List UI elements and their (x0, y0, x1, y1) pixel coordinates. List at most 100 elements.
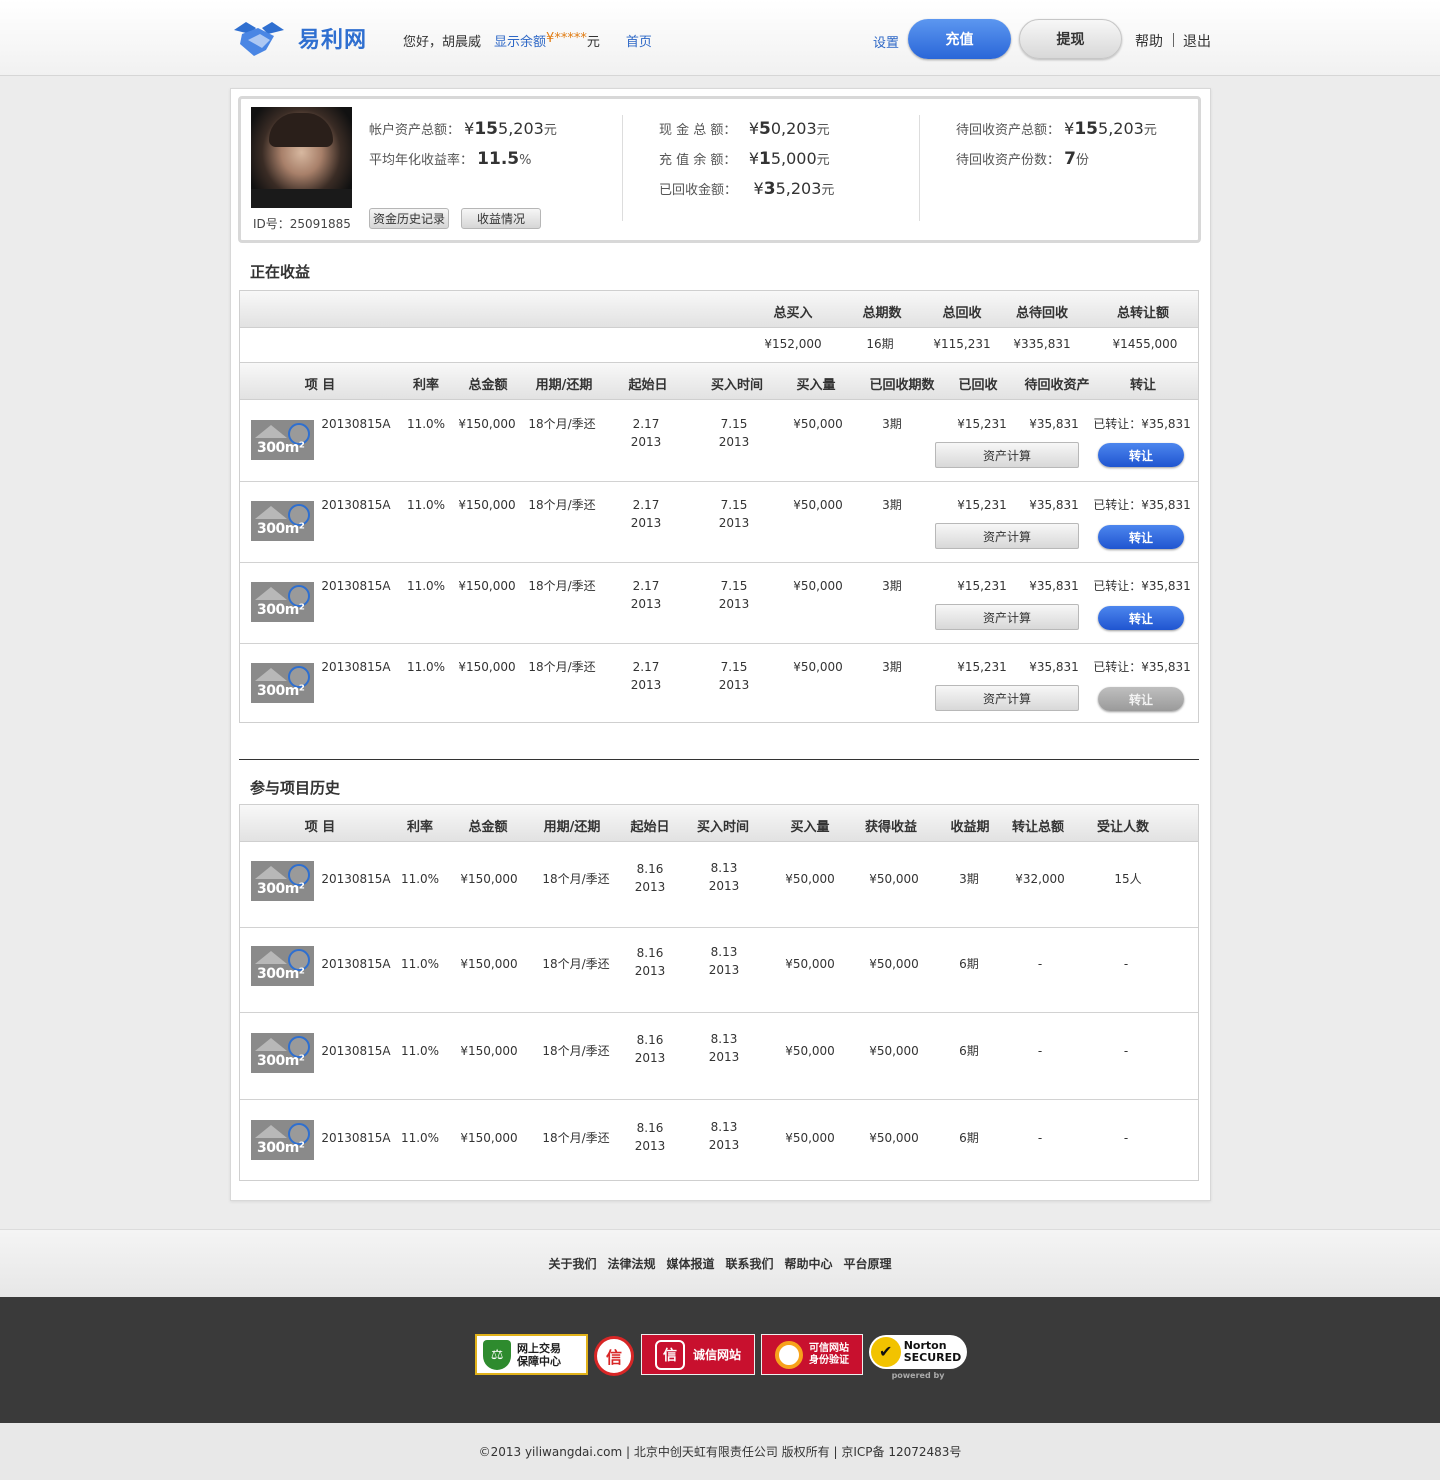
start-date: 8.16 (636, 1033, 664, 1047)
project-code[interactable]: 20130815A (316, 415, 396, 433)
buy-year: 2013 (718, 597, 750, 611)
transferred-amount: 已转让：¥35,831 (1093, 417, 1191, 431)
project-code[interactable]: 20130815A (316, 870, 396, 888)
trust-seal-badge[interactable]: 信 (594, 1336, 634, 1376)
project-code[interactable]: 20130815A (316, 577, 396, 595)
transfer-total: - (1037, 957, 1043, 971)
pending-assets: ¥35,831 (1029, 417, 1079, 431)
buy-year: 2013 (708, 879, 740, 893)
property-thumbnail[interactable]: 300m² (251, 861, 314, 901)
total-amount: ¥150,000 (460, 1044, 518, 1058)
column-header: 总金额 (468, 820, 508, 835)
property-thumbnail[interactable]: 300m² (251, 501, 314, 541)
transfer-total: - (1037, 1044, 1043, 1058)
transfer-button[interactable]: 转让 (1098, 443, 1184, 467)
income-status-button[interactable]: 收益情况 (461, 208, 541, 229)
asset-calc-button[interactable]: 资产计算 (935, 604, 1079, 630)
recharge-button[interactable]: 充值 (908, 19, 1011, 59)
stat-avg-yield: 平均年化收益率： 11.5% (369, 149, 532, 169)
asset-calc-button[interactable]: 资产计算 (935, 442, 1079, 468)
totals-header-cell: 总回收 (942, 306, 982, 321)
footer-link-media[interactable]: 媒体报道 (666, 1255, 714, 1272)
greeting-text: 您好，胡晨威 (403, 35, 482, 50)
footer-link-contact[interactable]: 联系我们 (726, 1255, 774, 1272)
buy-amount: ¥50,000 (793, 498, 843, 512)
rate: 11.0% (400, 1131, 440, 1145)
column-header: 利率 (412, 378, 439, 393)
buy-amount: ¥50,000 (793, 417, 843, 431)
project-code[interactable]: 20130815A (316, 1129, 396, 1147)
history-section-title: 参与项目历史 (250, 779, 341, 797)
transferred-amount: 已转让：¥35,831 (1093, 660, 1191, 674)
footer-link-about[interactable]: 关于我们 (548, 1255, 596, 1272)
column-header: 已回收期数 (869, 378, 935, 393)
rate: 11.0% (400, 1044, 440, 1058)
total-amount: ¥150,000 (458, 417, 516, 431)
buy-date: 7.15 (720, 579, 748, 593)
history-column-headers: 项 目 利率 总金额 用期/还期 起始日 买入时间 买入量 获得收益 收益期 转… (240, 805, 1198, 842)
project-code[interactable]: 20130815A (316, 496, 396, 514)
start-year: 2013 (634, 1051, 666, 1065)
assignee-count: - (1123, 1044, 1129, 1058)
column-header: 受让人数 (1096, 820, 1149, 835)
home-link[interactable]: 首页 (626, 31, 652, 50)
term: 18个月/季还 (542, 872, 610, 886)
help-link[interactable]: 帮助 (1135, 31, 1163, 51)
buy-amount: ¥50,000 (785, 957, 835, 971)
start-date: 2.17 (632, 498, 660, 512)
total-amount: ¥150,000 (460, 872, 518, 886)
asset-calc-button[interactable]: 资产计算 (935, 523, 1079, 549)
stat-total-assets: 帐户资产总额： ¥155,203元 (369, 119, 557, 139)
column-header: 用期/还期 (535, 378, 593, 393)
start-year: 2013 (630, 516, 662, 530)
property-thumbnail[interactable]: 300m² (251, 1033, 314, 1073)
transfer-button-disabled: 转让 (1098, 687, 1184, 711)
footer-link-help[interactable]: 帮助中心 (785, 1255, 833, 1272)
totals-header-cell: 总转让额 (1116, 306, 1169, 321)
buy-year: 2013 (718, 516, 750, 530)
logo-text: 易利网 (298, 28, 368, 53)
recovered-periods: 3期 (882, 579, 902, 593)
pending-assets: ¥35,831 (1029, 498, 1079, 512)
project-code[interactable]: 20130815A (316, 658, 396, 676)
project-code[interactable]: 20130815A (316, 955, 396, 973)
property-thumbnail[interactable]: 300m² (251, 420, 314, 460)
totals-header-cell: 总期数 (862, 306, 902, 321)
credit-site-badge[interactable]: 信 诚信网站 (641, 1334, 755, 1375)
start-year: 2013 (630, 597, 662, 611)
withdraw-button[interactable]: 提现 (1019, 19, 1122, 59)
buy-date: 8.13 (710, 945, 738, 959)
property-thumbnail[interactable]: 300m² (251, 946, 314, 986)
start-date: 2.17 (632, 579, 660, 593)
column-header: 利率 (406, 820, 433, 835)
transfer-button[interactable]: 转让 (1098, 606, 1184, 630)
term: 18个月/季还 (528, 417, 596, 431)
term: 18个月/季还 (528, 498, 596, 512)
account-summary: ID号：25091885 资金历史记录 收益情况 帐户资产总额： ¥155,20… (238, 96, 1201, 243)
norton-secured-badge[interactable]: ✔ Norton SECURED powered by (868, 1330, 968, 1384)
project-code[interactable]: 20130815A (316, 1042, 396, 1060)
section-divider (239, 759, 1199, 760)
column-header: 转让总额 (1011, 820, 1064, 835)
footer-link-law[interactable]: 法律法规 (607, 1255, 655, 1272)
settings-link[interactable]: 设置 (873, 32, 899, 51)
total-amount: ¥150,000 (458, 579, 516, 593)
site-logo[interactable]: 易利网 (230, 16, 367, 60)
property-thumbnail[interactable]: 300m² (251, 663, 314, 703)
earning-section-title: 正在收益 (250, 263, 311, 281)
transfer-total: ¥32,000 (1015, 872, 1065, 886)
transferred-amount: 已转让：¥35,831 (1093, 579, 1191, 593)
fund-history-button[interactable]: 资金历史记录 (369, 208, 449, 229)
term: 18个月/季还 (542, 957, 610, 971)
summary-divider (919, 115, 920, 221)
property-thumbnail[interactable]: 300m² (251, 582, 314, 622)
verified-site-badge[interactable]: 可信网站 身份验证 (761, 1334, 863, 1375)
property-thumbnail[interactable]: 300m² (251, 1120, 314, 1160)
trade-guarantee-badge[interactable]: ⚖ 网上交易 保障中心 (475, 1334, 588, 1375)
asset-calc-button[interactable]: 资产计算 (935, 685, 1079, 711)
footer-link-principle[interactable]: 平台原理 (844, 1255, 892, 1272)
logout-link[interactable]: 退出 (1183, 31, 1211, 51)
transfer-button[interactable]: 转让 (1098, 525, 1184, 549)
show-balance-link[interactable]: 显示余额 (494, 31, 546, 50)
totals-header: 总买入 总期数 总回收 总待回收 总转让额 (240, 291, 1198, 328)
